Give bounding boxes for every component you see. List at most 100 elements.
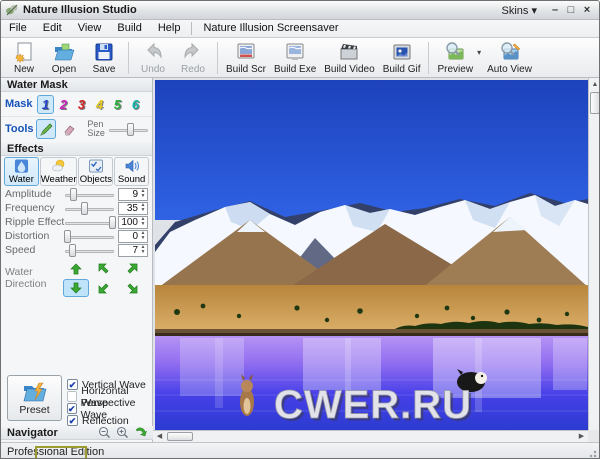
preview-icon	[443, 41, 467, 63]
menu-build[interactable]: Build	[109, 20, 149, 37]
maximize-button[interactable]: □	[563, 2, 579, 19]
status-bar: Professional Edition	[1, 442, 599, 459]
watermark-text: CWER.RU	[274, 383, 472, 427]
distortion-spinbox[interactable]: 0▲▼	[118, 230, 148, 243]
direction-down-left-button[interactable]	[91, 279, 117, 297]
checkbox-perspective-wave[interactable]: ✔ Perspective Wave	[67, 403, 152, 414]
slider-track	[65, 222, 114, 225]
ripple-effect-slider[interactable]	[65, 216, 114, 229]
menu-edit[interactable]: Edit	[35, 20, 70, 37]
mask-button-5[interactable]: 5	[109, 95, 126, 114]
spin-arrows[interactable]: ▲▼	[139, 203, 147, 213]
slider-thumb[interactable]	[69, 244, 76, 257]
horizontal-scrollbar[interactable]: ◀ ▶	[153, 430, 588, 442]
new-button[interactable]: New	[4, 39, 44, 76]
toolbar-separator	[128, 42, 129, 74]
menu-screensaver[interactable]: Nature Illusion Screensaver	[195, 20, 346, 37]
pen-size-slider[interactable]	[109, 123, 148, 136]
menu-view[interactable]: View	[70, 20, 110, 37]
slider-thumb[interactable]	[109, 216, 116, 229]
tab-weather[interactable]: Weather	[40, 157, 78, 186]
vertical-scrollbar[interactable]: ▲	[588, 78, 600, 430]
spin-arrows[interactable]: ▲▼	[139, 217, 147, 227]
frequency-spinbox[interactable]: 35▲▼	[118, 202, 148, 215]
horizontal-scroll-thumb[interactable]	[167, 432, 193, 441]
build-exe-button[interactable]: Build Exe	[270, 39, 320, 76]
spin-arrows[interactable]: ▲▼	[139, 245, 147, 255]
open-button[interactable]: Open	[44, 39, 84, 76]
navigator-view-rectangle[interactable]	[35, 446, 87, 459]
mask-button-2[interactable]: 2	[55, 95, 72, 114]
menu-file[interactable]: File	[1, 20, 35, 37]
toolbar-label: Preview	[437, 64, 473, 75]
toolbar-label: Open	[52, 64, 76, 75]
minimize-button[interactable]: –	[547, 2, 563, 19]
navigator-title: Navigator	[7, 426, 98, 440]
zoom-in-icon[interactable]	[116, 426, 129, 439]
mask-button-1[interactable]: 1	[37, 95, 54, 114]
preset-button[interactable]: Preset	[7, 375, 62, 421]
build-video-button[interactable]: Build Video	[320, 39, 378, 76]
direction-down-button[interactable]	[63, 279, 89, 297]
build-scr-button[interactable]: Build Scr	[222, 39, 270, 76]
vertical-scroll-thumb[interactable]	[590, 92, 600, 114]
amplitude-slider[interactable]	[65, 188, 114, 201]
app-icon	[5, 3, 19, 17]
speed-label: Speed	[5, 244, 65, 256]
menu-help[interactable]: Help	[150, 20, 189, 37]
save-button[interactable]: Save	[84, 39, 124, 76]
slider-thumb[interactable]	[81, 202, 88, 215]
spin-arrows[interactable]: ▲▼	[139, 231, 147, 241]
checkbox-box	[67, 391, 77, 402]
direction-up-left-button[interactable]	[91, 260, 117, 278]
zoom-out-icon[interactable]	[98, 426, 111, 439]
skins-menu-button[interactable]: Skins ▾	[502, 4, 537, 17]
eraser-tool-button[interactable]	[60, 119, 80, 139]
speed-spinbox[interactable]: 7▲▼	[118, 244, 148, 257]
auto-view-button[interactable]: Auto View	[483, 39, 536, 76]
redo-button[interactable]: Redo	[173, 39, 213, 76]
distortion-label: Distortion	[5, 230, 65, 242]
checkbox-box: ✔	[67, 415, 78, 426]
tab-sound[interactable]: Sound	[114, 157, 149, 186]
build-gif-button[interactable]: Build Gif	[379, 39, 425, 76]
mask-button-4[interactable]: 4	[91, 95, 108, 114]
slider-thumb[interactable]	[127, 123, 134, 136]
slider-thumb[interactable]	[70, 188, 77, 201]
undo-button[interactable]: Undo	[133, 39, 173, 76]
menu-separator	[191, 22, 192, 35]
distortion-slider[interactable]	[65, 230, 114, 243]
weather-icon	[51, 158, 67, 174]
resize-grip[interactable]	[587, 448, 597, 458]
preview-button[interactable]: Preview	[433, 39, 477, 76]
tab-water[interactable]: Water	[4, 157, 39, 186]
direction-up-button[interactable]	[63, 260, 89, 278]
mask-button-6[interactable]: 6	[127, 95, 144, 114]
open-folder-icon	[53, 41, 75, 63]
arrow-down-left-icon	[98, 282, 110, 294]
frequency-slider[interactable]	[65, 202, 114, 215]
refresh-view-icon[interactable]	[134, 426, 147, 439]
ripple-effect-spinbox[interactable]: 100▲▼	[118, 216, 148, 229]
mask-button-3[interactable]: 3	[73, 95, 90, 114]
direction-up-right-button[interactable]	[119, 260, 145, 278]
preset-folder-icon	[22, 381, 48, 403]
close-button[interactable]: ×	[579, 2, 595, 19]
toolbar-separator	[217, 42, 218, 74]
spin-arrows[interactable]: ▲▼	[139, 189, 147, 199]
ripple-effect-label: Ripple Effect	[5, 216, 65, 228]
build-video-icon	[338, 41, 360, 63]
amplitude-spinbox[interactable]: 9▲▼	[118, 188, 148, 201]
water-direction-label: Water Direction	[5, 266, 63, 290]
tab-objects[interactable]: Objects	[78, 157, 113, 186]
speed-slider[interactable]	[65, 244, 114, 257]
toolbar-label: Build Scr	[226, 64, 266, 75]
direction-down-right-button[interactable]	[119, 279, 145, 297]
toolbar-label: Save	[93, 64, 116, 75]
slider-thumb[interactable]	[64, 230, 71, 243]
scene-image[interactable]: CWER.RU CWER.RU	[155, 80, 588, 430]
preview-dropdown-caret[interactable]: ▾	[477, 48, 481, 57]
scroll-up-arrow[interactable]: ▲	[589, 78, 600, 91]
pen-tool-button[interactable]	[36, 119, 56, 139]
water-drop-icon	[14, 158, 29, 174]
